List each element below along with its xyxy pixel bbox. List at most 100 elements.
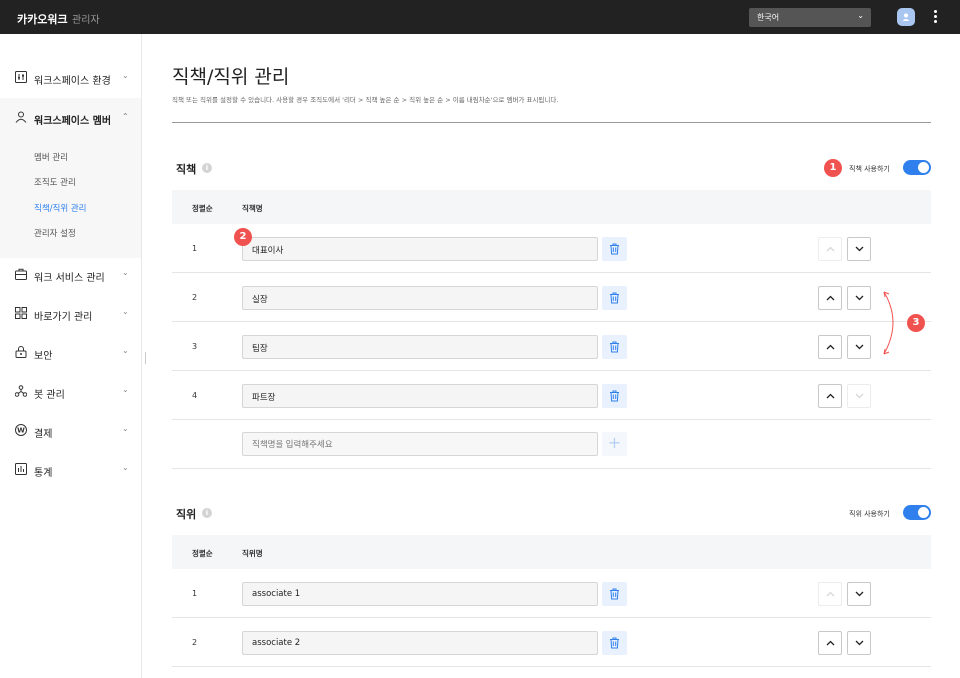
chevron-down-icon <box>855 393 864 399</box>
move-down-button[interactable] <box>847 237 871 261</box>
brand-subtitle: 관리자 <box>72 15 100 26</box>
language-value: 한국어 <box>757 13 780 22</box>
move-down-button[interactable] <box>847 286 871 310</box>
language-select[interactable]: 한국어 ⌄ <box>749 8 871 27</box>
trash-icon <box>610 390 619 402</box>
sidebar-item-label: 워크스페이스 멤버 <box>34 116 112 127</box>
chevron-up-icon <box>826 393 835 399</box>
annotation-badge-3: 3 <box>907 314 925 332</box>
row-divider <box>172 666 931 667</box>
duty-name-input[interactable]: 파트장 <box>242 384 598 408</box>
chevron-up-icon <box>826 591 835 597</box>
person-icon <box>902 13 910 21</box>
rank-name-input[interactable]: associate 2 <box>242 631 598 655</box>
chevron-down-icon <box>855 295 864 301</box>
row-order: 4 <box>192 391 198 400</box>
sidebar-item-label: 통계 <box>34 468 53 479</box>
chevron-down-icon: ⌄ <box>122 71 129 80</box>
annotation-badge-1: 1 <box>824 159 842 177</box>
row-divider <box>172 272 931 273</box>
trash-icon <box>610 292 619 304</box>
move-up-button[interactable] <box>818 384 842 408</box>
sidebar-item-label: 워크 서비스 관리 <box>34 273 105 284</box>
info-icon[interactable]: i <box>202 508 212 518</box>
page-description: 직책 또는 직위를 설정할 수 있습니다. 사용할 경우 조직도에서 '리더 >… <box>172 96 559 104</box>
chevron-down-icon <box>855 246 864 252</box>
sidebar-item-security[interactable]: 보안 ⌄ <box>0 343 141 363</box>
move-down-button[interactable] <box>847 582 871 606</box>
sidebar-sub-member[interactable]: 멤버 관리 <box>34 151 68 163</box>
delete-button[interactable] <box>602 631 627 655</box>
move-down-button[interactable] <box>847 335 871 359</box>
briefcase-icon <box>15 268 27 280</box>
chevron-down-icon: ⌄ <box>122 385 129 394</box>
move-up-button[interactable] <box>818 286 842 310</box>
info-icon[interactable]: i <box>202 163 212 173</box>
row-divider <box>172 468 931 469</box>
add-duty-button[interactable]: + <box>602 432 627 456</box>
chevron-down-icon: ⌄ <box>122 346 129 355</box>
chevron-up-icon <box>826 344 835 350</box>
new-duty-input[interactable] <box>242 432 598 456</box>
delete-button[interactable] <box>602 237 627 261</box>
sidebar-item-label: 결제 <box>34 429 53 440</box>
sidebar-item-shortcut[interactable]: 바로가기 관리 ⌄ <box>0 304 141 324</box>
rank-section-title: 직위 <box>176 508 197 521</box>
avatar[interactable] <box>897 8 915 26</box>
rank-toggle-label: 직위 사용하기 <box>849 510 890 518</box>
delete-button[interactable] <box>602 335 627 359</box>
row-order: 3 <box>192 342 198 351</box>
delete-button[interactable] <box>602 286 627 310</box>
chevron-down-icon <box>855 591 864 597</box>
chevron-down-icon <box>855 344 864 350</box>
move-up-button[interactable] <box>818 237 842 261</box>
move-down-button[interactable] <box>847 631 871 655</box>
move-up-button[interactable] <box>818 582 842 606</box>
rank-name-input[interactable]: associate 1 <box>242 582 598 606</box>
row-order: 1 <box>192 589 198 598</box>
chevron-down-icon: ⌄ <box>122 268 129 277</box>
duty-name-input[interactable]: 팀장 <box>242 335 598 359</box>
delete-button[interactable] <box>602 582 627 606</box>
chart-icon <box>15 463 27 475</box>
sidebar-item-workspace-env[interactable]: 워크스페이스 환경 ⌄ <box>0 68 141 88</box>
divider <box>172 122 931 123</box>
row-order: 2 <box>192 293 198 302</box>
svg-text:W: W <box>17 427 25 435</box>
duty-name-input[interactable]: 대표이사 <box>242 237 598 261</box>
chevron-down-icon: ⌄ <box>122 424 129 433</box>
duty-toggle[interactable] <box>903 160 931 175</box>
move-down-button[interactable] <box>847 384 871 408</box>
sidebar-item-bot[interactable]: 봇 관리 ⌄ <box>0 382 141 402</box>
rank-toggle[interactable] <box>903 505 931 520</box>
sidebar-resize-handle[interactable] <box>145 352 146 364</box>
more-menu-icon[interactable] <box>931 9 939 25</box>
duty-name-input[interactable]: 실장 <box>242 286 598 310</box>
move-up-button[interactable] <box>818 335 842 359</box>
sidebar-sub-admin[interactable]: 관리자 설정 <box>34 227 76 239</box>
row-divider <box>172 419 931 420</box>
row-order: 1 <box>192 244 198 253</box>
row-divider <box>172 617 931 618</box>
sidebar-item-payment[interactable]: W 결제 ⌄ <box>0 421 141 441</box>
delete-button[interactable] <box>602 384 627 408</box>
chevron-down-icon: ⌄ <box>857 11 864 20</box>
sidebar-item-label: 보안 <box>34 351 53 362</box>
sidebar-item-label: 워크스페이스 환경 <box>34 76 111 87</box>
sidebar-item-stats[interactable]: 통계 ⌄ <box>0 460 141 480</box>
sidebar-sub-duty-rank[interactable]: 직책/직위 관리 <box>34 202 87 214</box>
trash-icon <box>610 243 619 255</box>
chevron-up-icon <box>826 295 835 301</box>
sidebar-item-work-service[interactable]: 워크 서비스 관리 ⌄ <box>0 265 141 285</box>
sidebar-item-workspace-member[interactable]: 워크스페이스 멤버 ⌃ <box>0 108 141 128</box>
col-order: 정렬순 <box>192 204 213 213</box>
duty-section-title: 직책 <box>176 163 197 176</box>
move-up-button[interactable] <box>818 631 842 655</box>
col-order: 정렬순 <box>192 549 213 558</box>
row-order: 2 <box>192 638 198 647</box>
row-divider <box>172 370 931 371</box>
chevron-up-icon: ⌃ <box>122 112 129 121</box>
sidebar-sub-org[interactable]: 조직도 관리 <box>34 176 76 188</box>
sidebar-item-label: 바로가기 관리 <box>34 312 93 323</box>
page-title: 직책/직위 관리 <box>172 66 290 88</box>
